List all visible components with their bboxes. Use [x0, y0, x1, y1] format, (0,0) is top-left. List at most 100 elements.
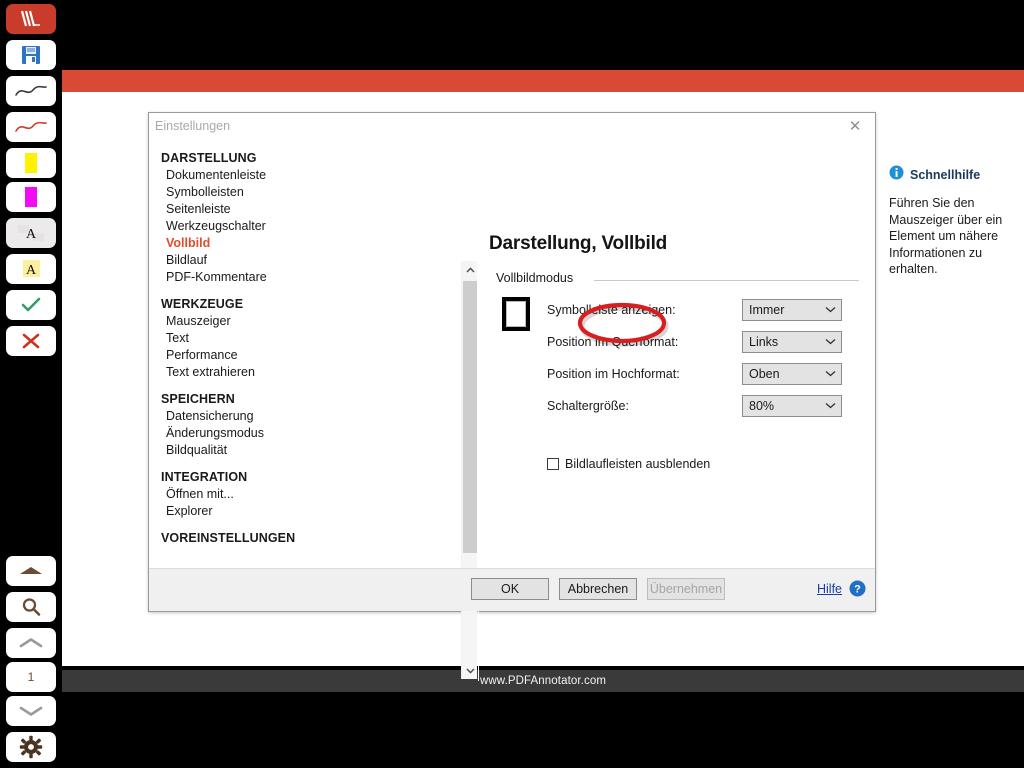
- highlighter-yellow-icon[interactable]: [6, 148, 56, 178]
- sidebar-item-werkzeugschalter[interactable]: Werkzeugschalter: [150, 218, 328, 235]
- category-list-scrollbar[interactable]: [461, 261, 477, 679]
- chevron-down-glyph: [19, 706, 43, 716]
- search-icon[interactable]: [6, 592, 56, 622]
- sidebar-item-seitenleiste[interactable]: Seitenleiste: [150, 201, 328, 218]
- status-bar: www.PDFAnnotator.com: [62, 670, 1024, 692]
- gear-glyph: [19, 735, 43, 759]
- dialog-titlebar[interactable]: Einstellungen ✕: [149, 113, 875, 143]
- sidebar-item-text[interactable]: Text: [150, 330, 328, 347]
- chevron-down-glyph: [465, 668, 475, 674]
- page-number-field[interactable]: 1: [6, 662, 56, 692]
- portrait-position-dropdown[interactable]: Oben: [742, 363, 842, 385]
- sidebar-item-symbolleisten[interactable]: Symbolleisten: [150, 184, 328, 201]
- scroll-down-icon[interactable]: [462, 662, 478, 679]
- ok-button[interactable]: OK: [471, 578, 549, 600]
- black-stroke-glyph: [15, 85, 47, 96]
- page-up-icon[interactable]: [6, 556, 56, 586]
- text-tool-icon[interactable]: A: [6, 218, 56, 248]
- highlighter-magenta-icon[interactable]: [6, 182, 56, 212]
- quick-help-header: Schnellhilfe: [889, 165, 1015, 185]
- solid-up-arrow-glyph: [20, 567, 42, 574]
- floppy-glyph: [22, 46, 40, 64]
- group-rule: [594, 280, 859, 281]
- setting-row-landscape-position: Position im Querformat: Links: [547, 331, 859, 353]
- chevron-up-glyph: [465, 266, 475, 272]
- sidebar-item-bildqualität[interactable]: Bildqualität: [150, 442, 328, 459]
- apply-button: Übernehmen: [647, 578, 725, 600]
- category-group-header: DARSTELLUNG: [161, 151, 257, 165]
- sidebar-item-bildlauf[interactable]: Bildlauf: [150, 252, 328, 269]
- setting-row-portrait-position: Position im Hochformat: Oben: [547, 363, 859, 385]
- sidebar-item-mauszeiger[interactable]: Mauszeiger: [150, 313, 328, 330]
- previous-page-icon[interactable]: [6, 628, 56, 658]
- category-group-header: SPEICHERN: [161, 392, 235, 406]
- help-link[interactable]: Hilfe: [817, 582, 842, 596]
- dropdown-value: 80%: [749, 399, 775, 413]
- sidebar-item-dokumentenleiste[interactable]: Dokumentenleiste: [150, 167, 328, 184]
- stamp-cross-icon[interactable]: [6, 326, 56, 356]
- chevron-down-icon: [819, 402, 841, 411]
- sidebar-item-vollbild[interactable]: Vollbild: [150, 235, 328, 252]
- quick-help-title: Schnellhilfe: [910, 168, 981, 182]
- status-bar-text: www.PDFAnnotator.com: [480, 675, 606, 687]
- chevron-down-icon: [819, 306, 841, 315]
- info-icon: [889, 165, 904, 185]
- pdfannotator-window: A A 1 www.PDFAnnotator.com Einstellungen…: [0, 0, 1024, 768]
- svg-text:A: A: [26, 227, 37, 242]
- svg-text:?: ?: [854, 584, 861, 596]
- sidebar-item-pdf-kommentare[interactable]: PDF-Kommentare: [150, 269, 328, 286]
- checkbox-box[interactable]: [547, 458, 559, 470]
- show-toolbar-dropdown[interactable]: Immer: [742, 299, 842, 321]
- scrollbar-thumb[interactable]: [463, 281, 477, 553]
- category-list[interactable]: DARSTELLUNG Dokumentenleiste Symbolleisten…: [150, 144, 328, 568]
- pen-red-icon[interactable]: [6, 112, 56, 142]
- cancel-button[interactable]: Abbrechen: [559, 578, 637, 600]
- logo-glyph: [20, 10, 40, 27]
- yellow-swatch: [25, 153, 37, 173]
- landscape-position-dropdown[interactable]: Links: [742, 331, 842, 353]
- setting-label: Position im Hochformat:: [547, 367, 680, 381]
- document-header-band: [62, 70, 1024, 92]
- page-title: Darstellung, Vollbild: [489, 233, 668, 254]
- help-question-icon[interactable]: ?: [849, 580, 866, 602]
- chevron-down-icon: [819, 338, 841, 347]
- settings-main-panel: Darstellung, Vollbild Vollbildmodus Symb…: [489, 149, 869, 471]
- info-glyph: [889, 165, 904, 180]
- category-group-header: INTEGRATION: [161, 470, 248, 484]
- scroll-up-icon[interactable]: [462, 261, 478, 278]
- setting-label: Position im Querformat:: [547, 335, 679, 349]
- sidebar-item-performance[interactable]: Performance: [150, 347, 328, 364]
- category-group-header: VOREINSTELLUNGEN: [161, 531, 296, 545]
- red-stroke-glyph: [15, 121, 47, 132]
- save-icon[interactable]: [6, 40, 56, 70]
- setting-row-show-toolbar: Symbolleiste anzeigen: Immer: [547, 299, 859, 321]
- left-toolbar: A A 1: [0, 0, 62, 768]
- quick-help-pane: Schnellhilfe Führen Sie den Mauszeiger ü…: [889, 165, 1015, 278]
- close-icon[interactable]: ✕: [839, 113, 871, 139]
- sidebar-item-änderungsmodus[interactable]: Änderungsmodus: [150, 425, 328, 442]
- category-group-header: WERKZEUGE: [161, 297, 244, 311]
- setting-label: Schaltergröße:: [547, 399, 629, 413]
- pen-black-icon[interactable]: [6, 76, 56, 106]
- settings-gear-icon[interactable]: [6, 732, 56, 762]
- pdfannotator-logo-icon[interactable]: [6, 4, 56, 34]
- checkbox-label: Bildlaufleisten ausblenden: [565, 457, 711, 471]
- pane-divider: [478, 253, 479, 681]
- chevron-down-icon: [819, 370, 841, 379]
- button-size-dropdown[interactable]: 80%: [742, 395, 842, 417]
- svg-text:A: A: [26, 263, 37, 278]
- magnifier-glyph: [22, 598, 41, 616]
- hide-scrollbars-checkbox[interactable]: Bildlaufleisten ausblenden: [547, 457, 710, 471]
- stamp-check-icon[interactable]: [6, 290, 56, 320]
- chevron-up-glyph: [19, 638, 43, 648]
- question-mark-glyph: ?: [849, 580, 866, 597]
- sidebar-item-öffnen-mit[interactable]: Öffnen mit...: [150, 486, 328, 503]
- page-number-value: 1: [27, 670, 35, 684]
- sidebar-item-explorer[interactable]: Explorer: [150, 503, 328, 520]
- dropdown-value: Links: [749, 335, 779, 349]
- check-glyph: [21, 297, 41, 312]
- text-note-icon[interactable]: A: [6, 254, 56, 284]
- next-page-icon[interactable]: [6, 696, 56, 726]
- sidebar-item-datensicherung[interactable]: Datensicherung: [150, 408, 328, 425]
- sidebar-item-text-extrahieren[interactable]: Text extrahieren: [150, 364, 328, 381]
